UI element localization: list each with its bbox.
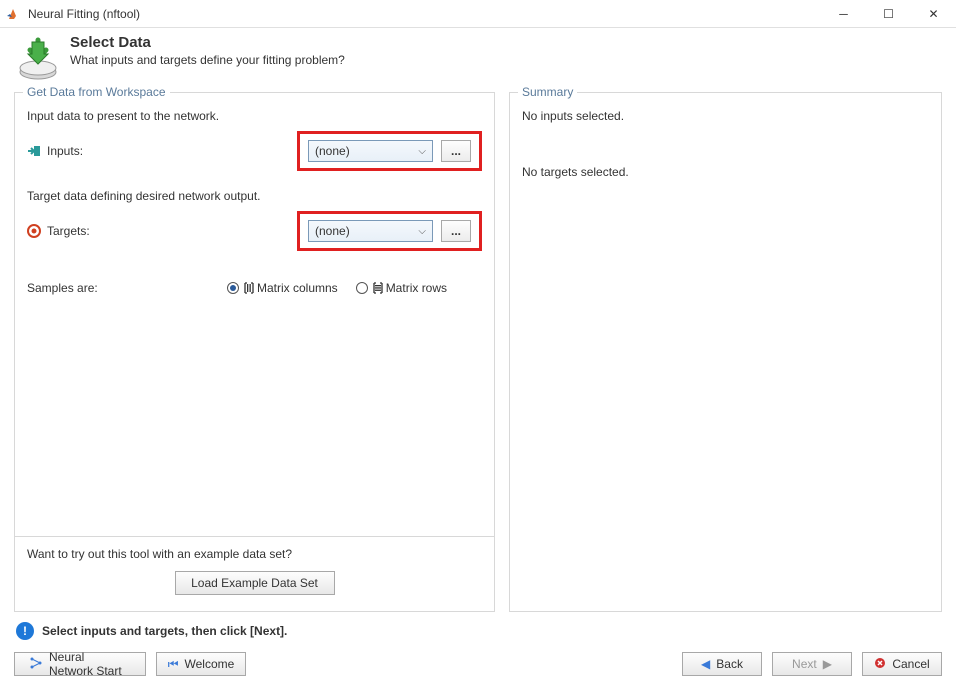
target-description: Target data defining desired network out…	[27, 189, 482, 203]
targets-select-value: (none)	[315, 224, 350, 238]
radio-icon	[356, 282, 368, 294]
inputs-label: Inputs:	[47, 144, 83, 158]
chevron-down-icon: ⌵	[418, 226, 426, 237]
info-icon: !	[16, 622, 34, 640]
window-title: Neural Fitting (nftool)	[28, 7, 821, 21]
footer: Neural Network Start ⏮ Welcome ◀ Back Ne…	[0, 646, 956, 682]
page-header: Select Data What inputs and targets defi…	[0, 28, 956, 92]
get-data-panel: Get Data from Workspace Input data to pr…	[14, 92, 495, 612]
summary-no-targets: No targets selected.	[522, 165, 929, 179]
next-icon: ▶	[823, 657, 832, 671]
input-description: Input data to present to the network.	[27, 109, 482, 123]
page-subtitle: What inputs and targets define your fitt…	[70, 53, 345, 67]
samples-label: Samples are:	[27, 281, 227, 295]
select-data-icon	[14, 34, 62, 82]
summary-no-inputs: No inputs selected.	[522, 109, 929, 123]
minimize-button[interactable]: ─	[821, 0, 866, 28]
chevron-down-icon: ⌵	[418, 146, 426, 157]
radio-matrix-rows[interactable]: Matrix rows	[356, 281, 447, 295]
targets-select[interactable]: (none) ⌵	[308, 220, 433, 242]
targets-browse-button[interactable]: ...	[441, 220, 471, 242]
welcome-button[interactable]: ⏮ Welcome	[156, 652, 246, 676]
page-title: Select Data	[70, 34, 345, 51]
inputs-select-value: (none)	[315, 144, 350, 158]
rewind-icon: ⏮	[168, 657, 179, 672]
neural-network-start-button[interactable]: Neural Network Start	[14, 652, 146, 676]
back-icon: ◀	[701, 657, 710, 671]
inputs-icon	[27, 144, 41, 158]
targets-label: Targets:	[47, 224, 90, 238]
matrix-rows-icon	[372, 282, 384, 294]
cancel-button[interactable]: Cancel	[862, 652, 942, 676]
inputs-select[interactable]: (none) ⌵	[308, 140, 433, 162]
next-button[interactable]: Next ▶	[772, 652, 852, 676]
status-text: Select inputs and targets, then click [N…	[42, 624, 287, 638]
nn-icon	[29, 656, 43, 673]
targets-icon	[27, 224, 41, 238]
back-button[interactable]: ◀ Back	[682, 652, 762, 676]
status-bar: ! Select inputs and targets, then click …	[0, 612, 956, 646]
matrix-columns-icon	[243, 282, 255, 294]
radio-icon	[227, 282, 239, 294]
panel-legend-right: Summary	[518, 85, 577, 99]
radio-matrix-columns[interactable]: Matrix columns	[227, 281, 338, 295]
load-example-button[interactable]: Load Example Data Set	[175, 571, 335, 595]
summary-panel: Summary No inputs selected. No targets s…	[509, 92, 942, 612]
cancel-icon	[874, 657, 886, 672]
panel-legend-left: Get Data from Workspace	[23, 85, 170, 99]
close-button[interactable]: ✕	[911, 0, 956, 28]
example-label: Want to try out this tool with an exampl…	[27, 547, 482, 561]
titlebar: Neural Fitting (nftool) ─ ☐ ✕	[0, 0, 956, 28]
maximize-button[interactable]: ☐	[866, 0, 911, 28]
window-controls: ─ ☐ ✕	[821, 0, 956, 28]
targets-highlight-box: (none) ⌵ ...	[297, 211, 482, 251]
matlab-logo-icon	[6, 6, 22, 22]
inputs-browse-button[interactable]: ...	[441, 140, 471, 162]
inputs-highlight-box: (none) ⌵ ...	[297, 131, 482, 171]
